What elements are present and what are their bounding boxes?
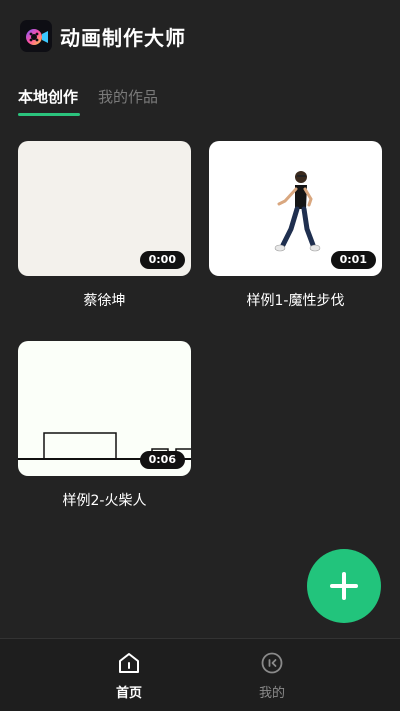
active-tab-indicator xyxy=(18,113,80,116)
app-header: 动画制作大师 xyxy=(0,0,400,72)
profile-icon xyxy=(261,652,283,674)
tab-local-creation[interactable]: 本地创作 xyxy=(18,86,78,107)
nav-home-label: 首页 xyxy=(115,686,142,701)
work-card[interactable]: 0:01 样例1-魔性步伐 xyxy=(209,141,382,310)
home-icon xyxy=(119,653,139,673)
work-thumbnail: 0:00 xyxy=(18,141,191,276)
work-title: 样例1-魔性步伐 xyxy=(246,293,345,309)
duration-badge: 0:01 xyxy=(330,251,376,269)
work-card[interactable]: 0:00 蔡徐坤 xyxy=(18,141,191,310)
app-title: 动画制作大师 xyxy=(60,26,186,50)
app-logo-icon xyxy=(20,20,52,52)
work-title: 样例2-火柴人 xyxy=(62,493,147,509)
create-button[interactable] xyxy=(307,549,381,623)
nav-mine-label: 我的 xyxy=(258,686,285,701)
work-thumbnail: 0:06 xyxy=(18,341,191,476)
bottom-nav: 首页 我的 xyxy=(0,638,400,711)
nav-mine[interactable]: 我的 xyxy=(242,651,302,701)
nav-home[interactable]: 首页 xyxy=(99,651,159,701)
work-thumbnail: 0:01 xyxy=(209,141,382,276)
tab-my-works[interactable]: 我的作品 xyxy=(98,86,158,107)
duration-badge: 0:06 xyxy=(139,451,185,469)
duration-badge: 0:00 xyxy=(139,251,185,269)
work-card[interactable]: 0:06 样例2-火柴人 xyxy=(18,341,191,510)
work-title: 蔡徐坤 xyxy=(83,293,126,309)
